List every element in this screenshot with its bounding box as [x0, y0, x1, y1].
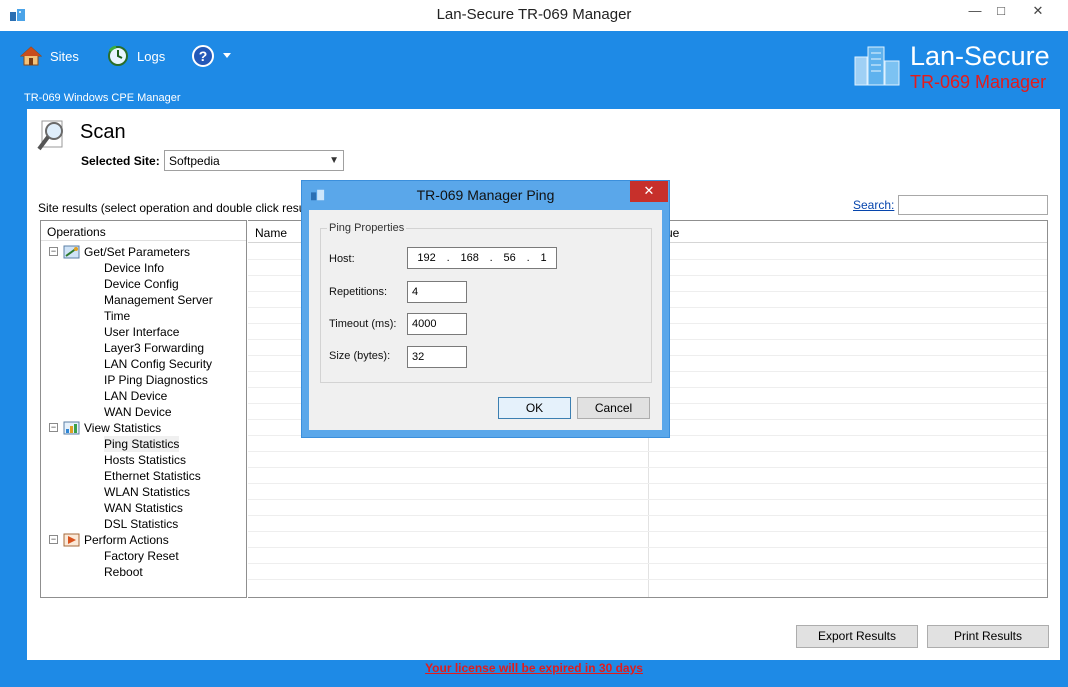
tree-item-wlan-statistics[interactable]: WLAN Statistics	[104, 484, 190, 500]
grid-row-line	[248, 515, 1047, 516]
close-button[interactable]: ✕	[1016, 0, 1060, 22]
ip-dot: .	[526, 252, 530, 264]
ip-octet-1[interactable]: 192	[417, 250, 435, 266]
house-icon	[20, 46, 42, 66]
grid-row-line	[248, 579, 1047, 580]
maximize-button[interactable]: □	[990, 0, 1012, 22]
magnifier-icon	[37, 120, 63, 151]
tree-item-lan-device[interactable]: LAN Device	[104, 388, 167, 404]
help-button[interactable]: ?	[191, 42, 239, 70]
ip-octet-2[interactable]: 168	[460, 250, 478, 266]
ok-button[interactable]: OK	[498, 397, 571, 419]
ip-octet-3[interactable]: 56	[504, 250, 516, 266]
site-select[interactable]: Softpedia ▼	[164, 150, 344, 171]
brand-product: TR-069 Manager	[910, 72, 1047, 92]
tree-group-perform-actions[interactable]: − Perform Actions	[49, 532, 239, 548]
size-label: Size (bytes):	[329, 350, 391, 362]
buildings-logo-icon	[854, 46, 900, 86]
tree-item-ip-ping-diagnostics[interactable]: IP Ping Diagnostics	[104, 372, 208, 388]
export-results-button[interactable]: Export Results	[796, 625, 918, 648]
svg-text:?: ?	[199, 48, 208, 64]
page-title: Scan	[80, 121, 126, 143]
title-bar: Lan-Secure TR-069 Manager — □ ✕	[0, 0, 1068, 31]
cancel-button[interactable]: Cancel	[577, 397, 650, 419]
grid-row-line	[248, 499, 1047, 500]
tree-item-user-interface[interactable]: User Interface	[104, 324, 179, 340]
chevron-down-icon	[223, 53, 231, 58]
grid-row-line	[248, 531, 1047, 532]
column-header-name[interactable]: Name	[255, 226, 287, 240]
tree-item-management-server[interactable]: Management Server	[104, 292, 213, 308]
tree-item-hosts-statistics[interactable]: Hosts Statistics	[104, 452, 186, 468]
sites-button[interactable]: Sites	[20, 42, 79, 70]
ip-dot: .	[446, 252, 450, 264]
tree-group-view-statistics[interactable]: − View Statistics	[49, 420, 239, 436]
license-warning-link[interactable]: Your license will be expired in 30 days	[0, 661, 1068, 675]
tree-item-ethernet-statistics[interactable]: Ethernet Statistics	[104, 468, 201, 484]
grid-row-line	[248, 563, 1047, 564]
grid-row-line	[248, 547, 1047, 548]
window-title: Lan-Secure TR-069 Manager	[436, 6, 632, 23]
tree-item-layer3-forwarding[interactable]: Layer3 Forwarding	[104, 340, 204, 356]
tree-item-wan-statistics[interactable]: WAN Statistics	[104, 500, 183, 516]
ping-properties-legend: Ping Properties	[327, 222, 407, 234]
statistics-chart-icon	[63, 421, 80, 435]
tree-item-lan-config-security[interactable]: LAN Config Security	[104, 356, 212, 372]
dialog-close-button[interactable]: ✕	[630, 181, 668, 202]
tree-group-label: Get/Set Parameters	[84, 245, 191, 259]
actions-icon	[63, 533, 80, 547]
brand-name: Lan-Secure	[910, 41, 1050, 71]
results-instructions: Site results (select operation and doubl…	[38, 201, 335, 215]
tree-group-label: View Statistics	[84, 421, 162, 435]
selected-site-label: Selected Site:	[81, 154, 160, 168]
tree-item-dsl-statistics[interactable]: DSL Statistics	[104, 516, 178, 532]
minimize-button[interactable]: —	[964, 0, 986, 22]
collapse-icon[interactable]: −	[49, 247, 58, 256]
ip-dot: .	[489, 252, 493, 264]
size-input[interactable]: 32	[407, 346, 467, 368]
timeout-input[interactable]: 4000	[407, 313, 467, 335]
window-subtitle: TR-069 Windows CPE Manager	[24, 92, 181, 104]
tree-item-device-info[interactable]: Device Info	[104, 260, 164, 276]
operations-header: Operations	[41, 221, 246, 241]
repetitions-input[interactable]: 4	[407, 281, 467, 303]
host-label: Host:	[329, 253, 355, 265]
repetitions-label: Repetitions:	[329, 286, 388, 298]
question-icon: ?	[192, 45, 214, 67]
dialog-title: TR-069 Manager Ping	[416, 187, 555, 203]
search-link[interactable]: Search:	[853, 198, 894, 212]
grid-row-line	[248, 467, 1047, 468]
timeout-label: Timeout (ms):	[329, 318, 397, 330]
tree-item-ping-statistics[interactable]: Ping Statistics	[104, 436, 180, 452]
settings-tools-icon	[63, 245, 80, 259]
print-results-button[interactable]: Print Results	[927, 625, 1049, 648]
tree-item-wan-device[interactable]: WAN Device	[104, 404, 172, 420]
ip-octet-4[interactable]: 1	[540, 250, 546, 266]
tree-item-factory-reset[interactable]: Factory Reset	[104, 548, 179, 564]
logs-label: Logs	[137, 48, 166, 64]
tree-item-reboot[interactable]: Reboot	[104, 564, 143, 580]
search-input[interactable]	[898, 195, 1048, 215]
site-select-value: Softpedia	[169, 154, 220, 168]
tree-item-time[interactable]: Time	[104, 308, 130, 324]
tree-group-get-set-parameters[interactable]: − Get/Set Parameters	[49, 244, 239, 260]
host-ip-input[interactable]: 192 . 168 . 56 . 1	[407, 247, 557, 269]
tree-group-label: Perform Actions	[84, 533, 169, 547]
logs-button[interactable]: Logs	[107, 42, 165, 70]
grid-row-line	[248, 483, 1047, 484]
grid-row-line	[248, 451, 1047, 452]
clock-icon	[108, 45, 128, 66]
collapse-icon[interactable]: −	[49, 535, 58, 544]
sites-label: Sites	[50, 48, 79, 64]
chevron-down-icon: ▼	[329, 155, 339, 166]
tree-item-device-config[interactable]: Device Config	[104, 276, 179, 292]
collapse-icon[interactable]: −	[49, 423, 58, 432]
